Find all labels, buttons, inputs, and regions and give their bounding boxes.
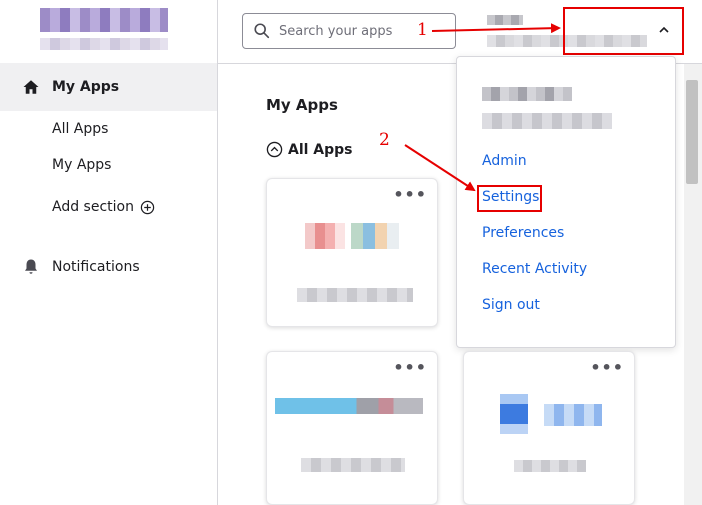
annotation-step-2: 2 xyxy=(379,130,390,150)
menu-item-admin[interactable]: Admin xyxy=(482,153,527,169)
more-dots-icon[interactable]: ••• xyxy=(590,358,624,377)
annotation-step-1: 1 xyxy=(417,20,428,40)
org-logo[interactable] xyxy=(40,8,168,50)
chevron-up-icon[interactable] xyxy=(657,24,671,36)
plus-circle-icon xyxy=(140,200,155,214)
search-input[interactable] xyxy=(279,23,429,39)
sidebar-item-my-apps[interactable]: My Apps xyxy=(0,63,217,111)
chevron-up-circle-icon xyxy=(266,141,283,158)
sidebar-item-all-apps[interactable]: All Apps xyxy=(52,121,108,137)
sidebar-item-notifications[interactable]: Notifications xyxy=(22,258,140,276)
menu-item-recent-activity[interactable]: Recent Activity xyxy=(482,261,587,277)
all-apps-section-toggle[interactable]: All Apps xyxy=(266,141,353,158)
page-title: My Apps xyxy=(266,96,338,114)
home-icon xyxy=(23,80,39,94)
sidebar-item-my-apps-sub[interactable]: My Apps xyxy=(52,157,111,173)
sidebar-item-label: My Apps xyxy=(52,79,120,95)
more-dots-icon[interactable]: ••• xyxy=(393,358,427,377)
more-dots-icon[interactable]: ••• xyxy=(393,185,427,204)
bell-icon xyxy=(25,259,37,274)
user-email-blur xyxy=(482,113,612,129)
add-section-button[interactable]: Add section xyxy=(52,199,155,215)
app-card[interactable]: ••• xyxy=(266,351,438,505)
add-section-label: Add section xyxy=(52,199,134,215)
section-label: All Apps xyxy=(288,141,353,158)
settings-highlight xyxy=(477,185,542,212)
sidebar: My Apps All Apps My Apps Add section Not… xyxy=(0,0,218,505)
scrollbar-thumb[interactable] xyxy=(686,80,698,184)
search-icon xyxy=(254,23,270,39)
notifications-label: Notifications xyxy=(52,259,140,275)
user-name-blur xyxy=(482,87,572,101)
app-card[interactable]: ••• xyxy=(266,178,438,327)
app-card[interactable]: ••• xyxy=(463,351,635,505)
menu-item-preferences[interactable]: Preferences xyxy=(482,225,564,241)
menu-item-sign-out[interactable]: Sign out xyxy=(482,297,540,313)
